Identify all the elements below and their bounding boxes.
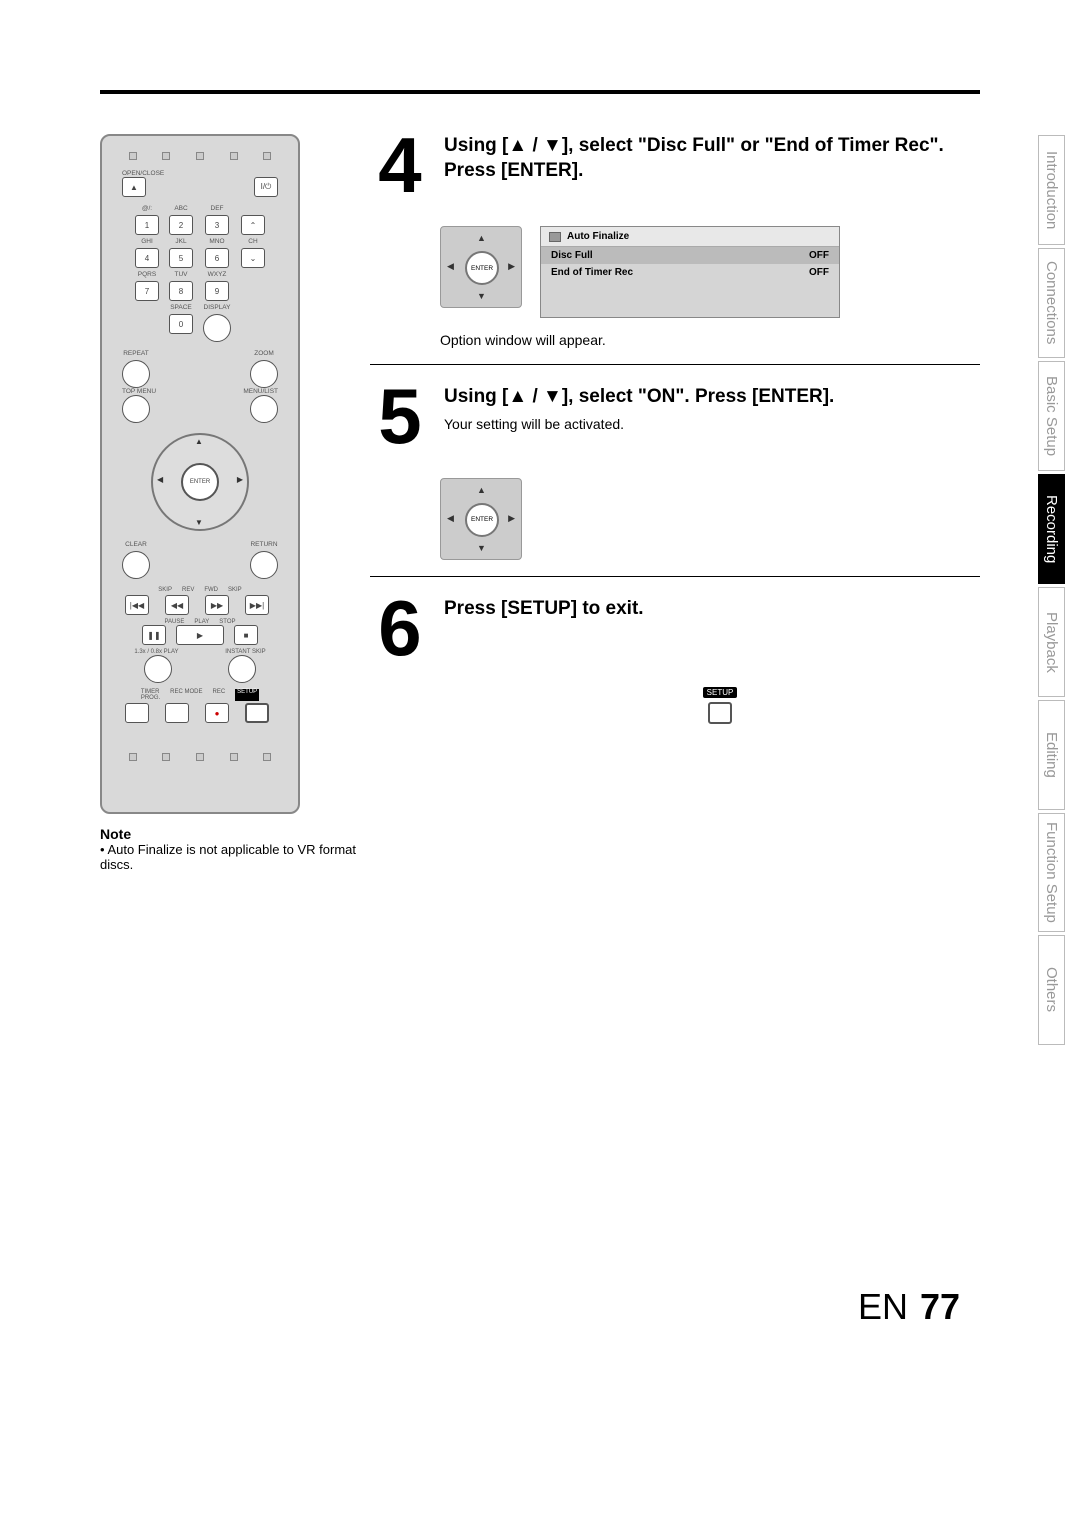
footer-page: 77 (920, 1286, 960, 1328)
instant-skip-button (228, 655, 256, 683)
rec-button: ● (205, 703, 229, 723)
rec-mode-button (165, 703, 189, 723)
stop-button: ■ (234, 625, 258, 645)
tab-playback[interactable]: Playback (1038, 587, 1065, 697)
side-tabs: Introduction Connections Basic Setup Rec… (1038, 135, 1065, 1048)
footer-lang: EN (858, 1286, 908, 1328)
step-6: 6 Press [SETUP] to exit. (370, 597, 980, 677)
tab-introduction[interactable]: Introduction (1038, 135, 1065, 245)
clear-button (122, 551, 150, 579)
step-6-number: 6 (370, 597, 430, 659)
step-divider (370, 364, 980, 365)
num-7: 7 (135, 281, 159, 301)
step-4-illustration: ▲▼◀▶ ENTER Auto Finalize Disc FullOFF En… (440, 226, 980, 318)
num-2: 2 (169, 215, 193, 235)
note-heading: Note (100, 826, 131, 842)
setup-button-icon (708, 702, 732, 724)
top-rule (100, 90, 980, 94)
step-4-after-note: Option window will appear. (440, 332, 980, 348)
timer-prog-button (125, 703, 149, 723)
step-4-number: 4 (370, 134, 430, 196)
step-4: 4 Using [▲ / ▼], select "Disc Full" or "… (370, 134, 980, 214)
repeat-button (122, 360, 150, 388)
skip-back-button: |◀◀ (125, 595, 149, 615)
step-4-title: Using [▲ / ▼], select "Disc Full" or "En… (444, 134, 980, 183)
enter-button: ENTER (181, 463, 219, 501)
num-5: 5 (169, 248, 193, 268)
step-5: 5 Using [▲ / ▼], select "ON". Press [ENT… (370, 385, 980, 465)
tab-connections[interactable]: Connections (1038, 248, 1065, 358)
remote-dpad: ▲▼◀▶ ENTER (145, 427, 255, 537)
num-4: 4 (135, 248, 159, 268)
num-1: 1 (135, 215, 159, 235)
display-button (203, 314, 231, 342)
num-6: 6 (205, 248, 229, 268)
step-5-title: Using [▲ / ▼], select "ON". Press [ENTER… (444, 385, 980, 410)
dpad-icon: ▲▼◀▶ ENTER (440, 226, 522, 308)
tab-recording[interactable]: Recording (1038, 474, 1065, 584)
ch-down: ⌄ (241, 248, 265, 268)
num-8: 8 (169, 281, 193, 301)
setup-button-remote (245, 703, 269, 723)
play-button: ▶ (176, 625, 224, 645)
power-button: I/⏻ (254, 177, 278, 197)
open-close-label: OPEN/CLOSE (122, 170, 284, 177)
menulist-button (250, 395, 278, 423)
note-body: • Auto Finalize is not applicable to VR … (100, 842, 356, 872)
osd-auto-finalize: Auto Finalize Disc FullOFF End of Timer … (540, 226, 840, 318)
page-content: OPEN/CLOSE ▲ I/⏻ @/: 1 GHI 4 PQRS 7 (100, 90, 980, 872)
content-row: OPEN/CLOSE ▲ I/⏻ @/: 1 GHI 4 PQRS 7 (100, 134, 980, 872)
disc-icon (549, 232, 561, 242)
step-5-note: Your setting will be activated. (444, 416, 980, 432)
setup-button-illustration: SETUP (460, 687, 980, 724)
speed-play-button (144, 655, 172, 683)
note-block: Note • Auto Finalize is not applicable t… (100, 826, 360, 872)
tab-others[interactable]: Others (1038, 935, 1065, 1045)
zoom-button (250, 360, 278, 388)
step-6-title: Press [SETUP] to exit. (444, 597, 980, 622)
step-5-illustration: ▲▼◀▶ ENTER (440, 478, 980, 560)
step-5-number: 5 (370, 385, 430, 447)
fwd-button: ▶▶ (205, 595, 229, 615)
num-3: 3 (205, 215, 229, 235)
ch-up: ⌃ (241, 215, 265, 235)
num-9: 9 (205, 281, 229, 301)
remote-control-diagram: OPEN/CLOSE ▲ I/⏻ @/: 1 GHI 4 PQRS 7 (100, 134, 300, 814)
skip-fwd-button: ▶▶| (245, 595, 269, 615)
page-footer: EN 77 (858, 1286, 960, 1328)
tab-basic-setup[interactable]: Basic Setup (1038, 361, 1065, 471)
topmenu-button (122, 395, 150, 423)
eject-button: ▲ (122, 177, 146, 197)
dpad-icon: ▲▼◀▶ ENTER (440, 478, 522, 560)
remote-column: OPEN/CLOSE ▲ I/⏻ @/: 1 GHI 4 PQRS 7 (100, 134, 360, 872)
tab-function-setup[interactable]: Function Setup (1038, 813, 1065, 932)
rev-button: ◀◀ (165, 595, 189, 615)
return-button (250, 551, 278, 579)
steps-column: 4 Using [▲ / ▼], select "Disc Full" or "… (360, 134, 980, 872)
num-0: 0 (169, 314, 193, 334)
tab-editing[interactable]: Editing (1038, 700, 1065, 810)
step-divider (370, 576, 980, 577)
pause-button: ❚❚ (142, 625, 166, 645)
